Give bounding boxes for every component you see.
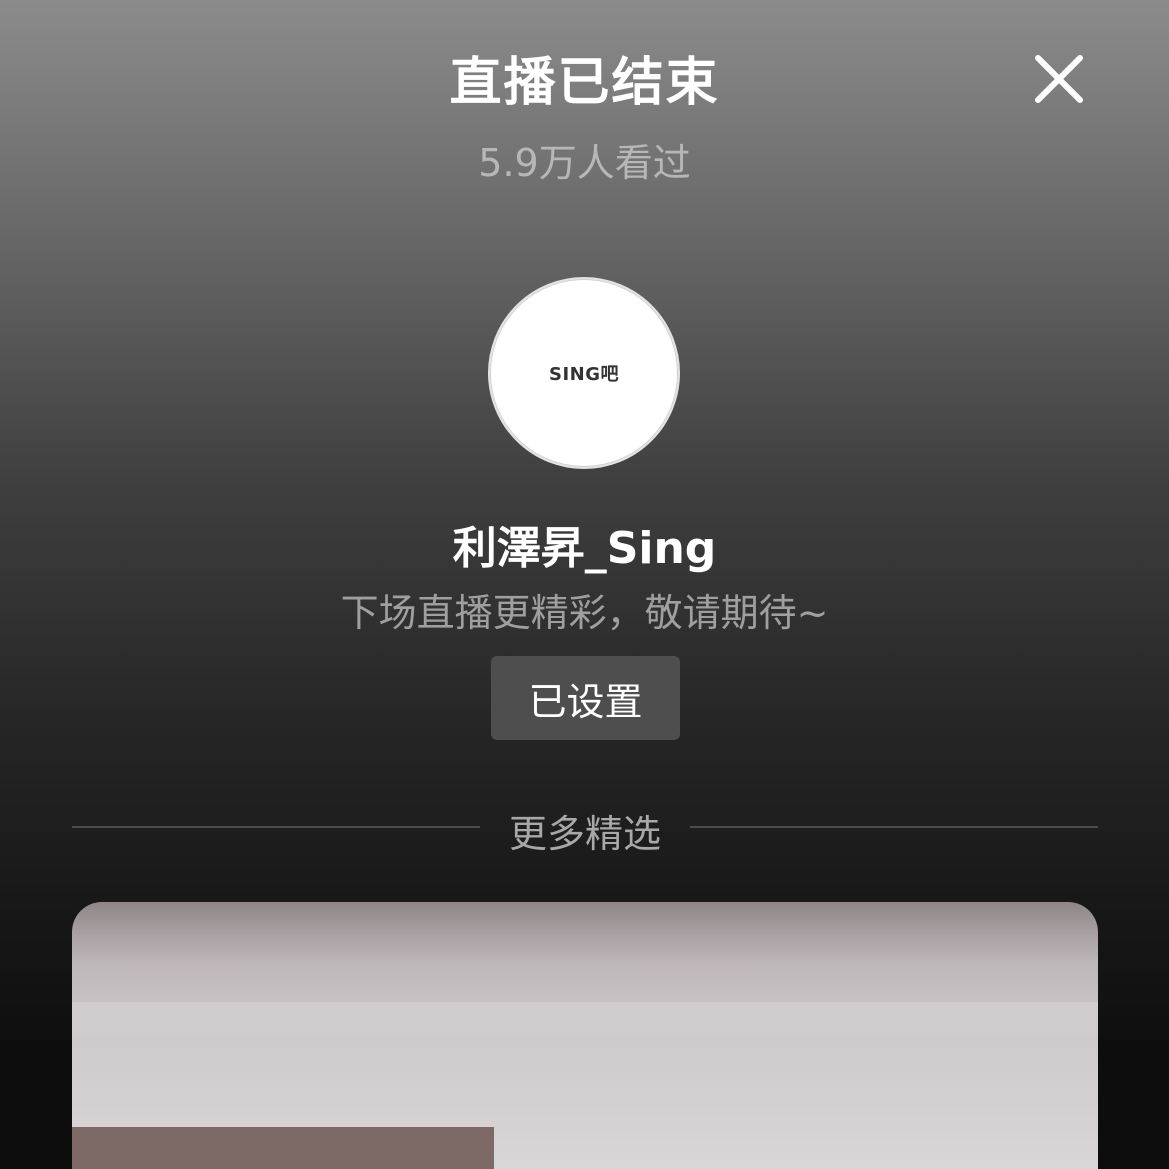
viewer-count: 5.9万人看过	[478, 141, 691, 185]
close-button[interactable]	[1030, 50, 1088, 108]
next-live-message: 下场直播更精彩，敬请期待~	[340, 591, 829, 635]
more-picks-label: 更多精选	[508, 812, 661, 856]
streamer-avatar[interactable]: SING吧	[488, 277, 680, 469]
avatar-logo-text: SING吧	[549, 364, 619, 385]
recommended-live-card[interactable]	[72, 902, 1098, 1169]
card-thumbnail-highlight	[72, 1002, 1098, 1042]
remind-set-button[interactable]: 已设置	[491, 656, 680, 740]
live-ended-screen: 直播已结束 5.9万人看过 SING吧 利澤昇_Sing 下场直播更精彩，敬请期…	[0, 0, 1169, 1169]
section-divider-right	[690, 826, 1098, 828]
section-divider-left	[72, 826, 480, 828]
card-thumbnail-shape	[72, 1127, 494, 1169]
page-title: 直播已结束	[449, 53, 720, 113]
streamer-name[interactable]: 利澤昇_Sing	[0, 512, 1169, 576]
close-icon	[1035, 55, 1083, 103]
